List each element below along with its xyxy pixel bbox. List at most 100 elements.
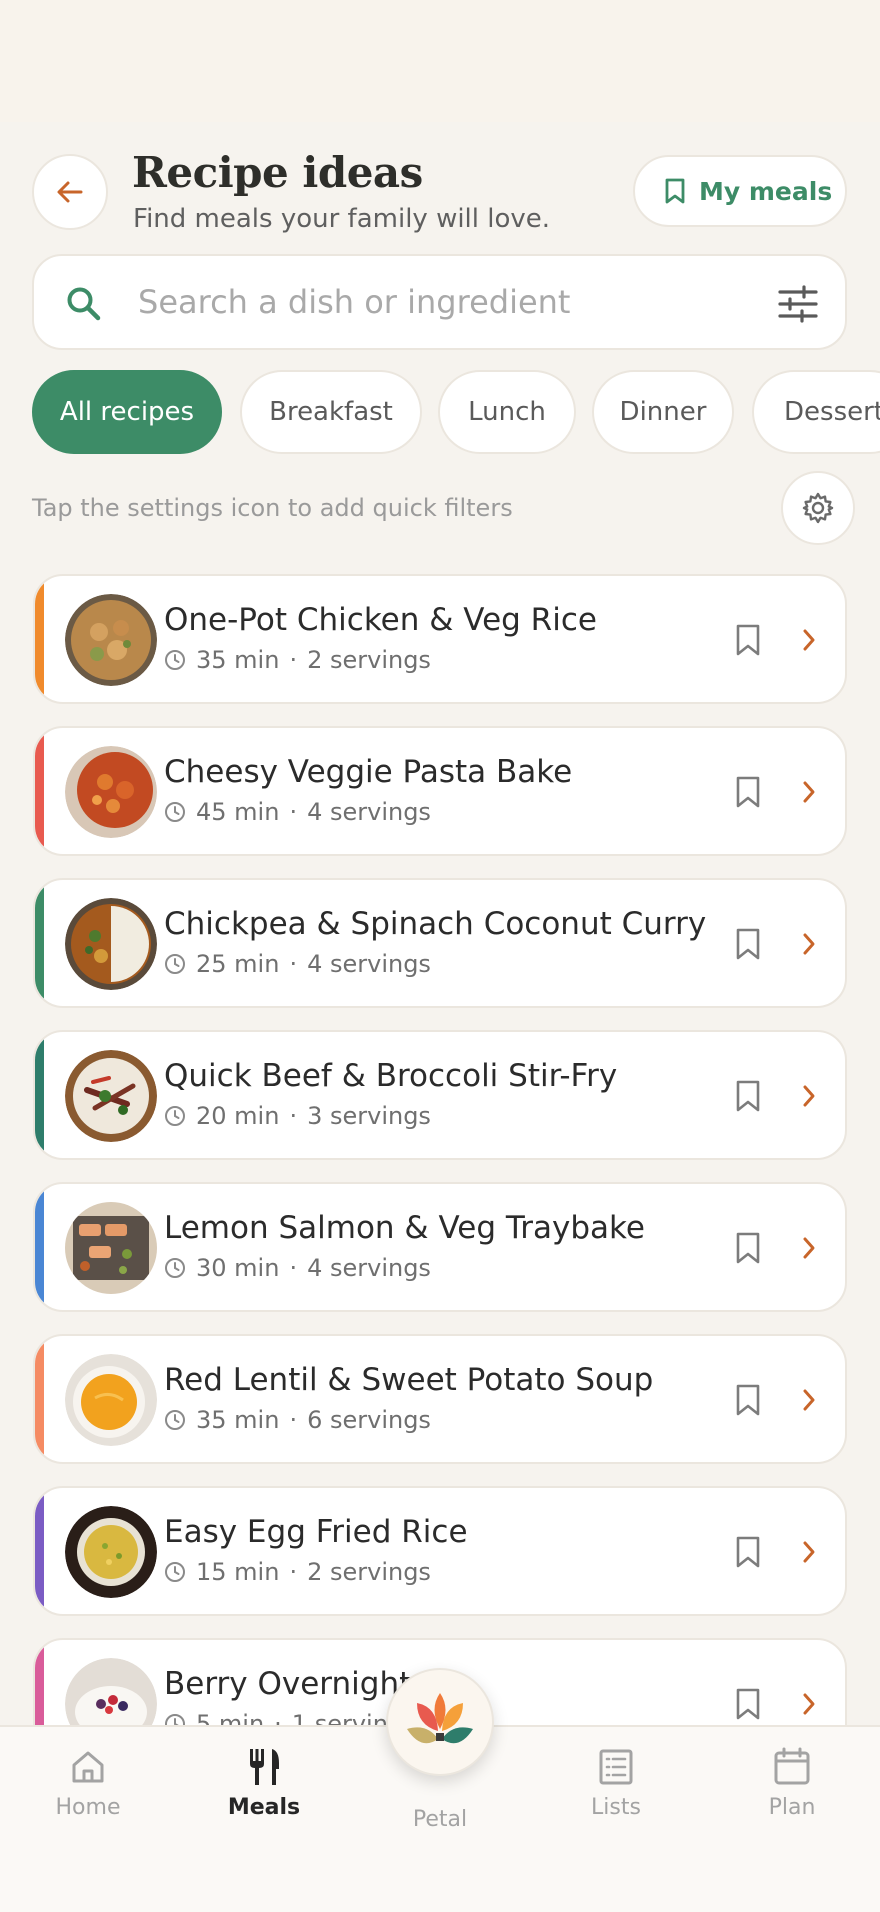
nav-lists-label: Lists [591, 1795, 641, 1820]
chevron-right-icon[interactable] [801, 1540, 817, 1564]
recipe-time: 20 min [196, 1102, 280, 1130]
accent-bar [35, 576, 44, 702]
accent-bar [35, 1032, 44, 1158]
recipe-card[interactable]: One-Pot Chicken & Veg Rice 35 min · 2 se… [33, 574, 847, 704]
status-bar [0, 0, 880, 122]
nav-plan[interactable]: Plan [732, 1747, 852, 1820]
quick-filter-hint: Tap the settings icon to add quick filte… [32, 494, 513, 522]
bookmark-icon[interactable] [735, 1536, 761, 1568]
recipe-servings: 3 servings [307, 1102, 431, 1130]
bookmark-icon[interactable] [735, 1384, 761, 1416]
recipe-servings: 4 servings [307, 950, 431, 978]
recipe-title: Easy Egg Fried Rice [164, 1514, 468, 1550]
bookmark-icon[interactable] [735, 1080, 761, 1112]
nav-meals[interactable]: Meals [204, 1747, 324, 1820]
nav-home[interactable]: Home [28, 1747, 148, 1820]
meta-separator: · [289, 1102, 298, 1130]
chevron-right-icon[interactable] [801, 1692, 817, 1716]
recipe-title: Quick Beef & Broccoli Stir-Fry [164, 1058, 618, 1094]
bookmark-icon[interactable] [735, 776, 761, 808]
recipe-servings: 2 servings [307, 1558, 431, 1586]
recipe-card[interactable]: Quick Beef & Broccoli Stir-Fry 20 min · … [33, 1030, 847, 1160]
recipe-servings: 4 servings [307, 798, 431, 826]
recipe-thumbnail [65, 746, 157, 838]
bookmark-icon[interactable] [735, 1688, 761, 1720]
my-meals-button[interactable]: My meals [633, 155, 847, 227]
chip-dinner[interactable]: Dinner [592, 370, 734, 454]
recipe-thumbnail [65, 1202, 157, 1294]
recipe-servings: 4 servings [307, 1254, 431, 1282]
recipe-card[interactable]: Lemon Salmon & Veg Traybake 30 min · 4 s… [33, 1182, 847, 1312]
recipe-title: Red Lentil & Sweet Potato Soup [164, 1362, 654, 1398]
search-bar[interactable] [32, 254, 847, 350]
chevron-right-icon[interactable] [801, 932, 817, 956]
bookmark-icon[interactable] [735, 624, 761, 656]
recipe-meta: 15 min · 2 servings [164, 1558, 431, 1586]
chip-all-recipes[interactable]: All recipes [32, 370, 222, 454]
recipe-meta: 20 min · 3 servings [164, 1102, 431, 1130]
clock-icon [165, 802, 185, 822]
chevron-right-icon[interactable] [801, 1388, 817, 1412]
chip-lunch[interactable]: Lunch [438, 370, 576, 454]
chevron-right-icon[interactable] [801, 1236, 817, 1260]
clock-icon [165, 1562, 185, 1582]
recipe-thumbnail [65, 594, 157, 686]
recipe-meta: 5 min · 1 serving [164, 1710, 403, 1725]
my-meals-label: My meals [699, 176, 833, 206]
meta-separator: · [289, 1558, 298, 1586]
meta-separator: · [289, 646, 298, 674]
chevron-right-icon[interactable] [801, 628, 817, 652]
recipe-card[interactable]: Chickpea & Spinach Coconut Curry 25 min … [33, 878, 847, 1008]
recipe-card[interactable]: Cheesy Veggie Pasta Bake 45 min · 4 serv… [33, 726, 847, 856]
category-chips: All recipes Breakfast Lunch Dinner Desse… [0, 370, 880, 456]
filter-sliders-icon[interactable] [776, 284, 820, 324]
settings-button[interactable] [781, 471, 855, 545]
recipe-card[interactable]: Red Lentil & Sweet Potato Soup 35 min · … [33, 1334, 847, 1464]
accent-bar [35, 1640, 44, 1725]
gear-icon [802, 492, 834, 524]
arrow-left-icon [57, 181, 83, 203]
clock-icon [165, 650, 185, 670]
meta-separator: · [289, 1254, 298, 1282]
recipe-card[interactable]: Easy Egg Fried Rice 15 min · 2 servings [33, 1486, 847, 1616]
recipe-time: 35 min [196, 1406, 280, 1434]
bookmark-icon [665, 178, 685, 204]
chip-breakfast[interactable]: Breakfast [240, 370, 422, 454]
accent-bar [35, 880, 44, 1006]
petal-button[interactable] [386, 1668, 494, 1776]
bookmark-icon[interactable] [735, 928, 761, 960]
recipe-time: 45 min [196, 798, 280, 826]
nav-lists[interactable]: Lists [556, 1747, 676, 1820]
bookmark-icon[interactable] [735, 1232, 761, 1264]
chip-dessert[interactable]: Dessert [752, 370, 880, 454]
recipe-time: 35 min [196, 646, 280, 674]
accent-bar [35, 728, 44, 854]
accent-bar [35, 1184, 44, 1310]
fork-knife-icon [250, 1749, 279, 1785]
chevron-right-icon[interactable] [801, 1084, 817, 1108]
nav-plan-label: Plan [768, 1795, 816, 1820]
recipe-meta: 25 min · 4 servings [164, 950, 431, 978]
clock-icon [165, 1106, 185, 1126]
recipe-meta: 35 min · 2 servings [164, 646, 431, 674]
meta-separator: · [289, 1406, 298, 1434]
recipe-time: 25 min [196, 950, 280, 978]
clock-icon [165, 1714, 185, 1725]
page-subtitle: Find meals your family will love. [133, 204, 551, 234]
recipe-time: 15 min [196, 1558, 280, 1586]
recipe-title: Lemon Salmon & Veg Traybake [164, 1210, 645, 1246]
nav-petal-label: Petal [412, 1807, 468, 1832]
search-input[interactable] [138, 278, 698, 326]
calendar-icon [774, 1747, 810, 1785]
petal-logo-icon [407, 1693, 473, 1744]
chevron-right-icon[interactable] [801, 780, 817, 804]
accent-bar [35, 1336, 44, 1462]
recipe-title: One-Pot Chicken & Veg Rice [164, 602, 597, 638]
back-button[interactable] [32, 154, 108, 230]
clock-icon [165, 1410, 185, 1430]
recipe-thumbnail [65, 898, 157, 990]
nav-petal[interactable]: Petal [380, 1807, 500, 1832]
recipe-thumbnail [65, 1050, 157, 1142]
clock-icon [165, 1258, 185, 1278]
recipe-list: One-Pot Chicken & Veg Rice 35 min · 2 se… [0, 572, 880, 1725]
